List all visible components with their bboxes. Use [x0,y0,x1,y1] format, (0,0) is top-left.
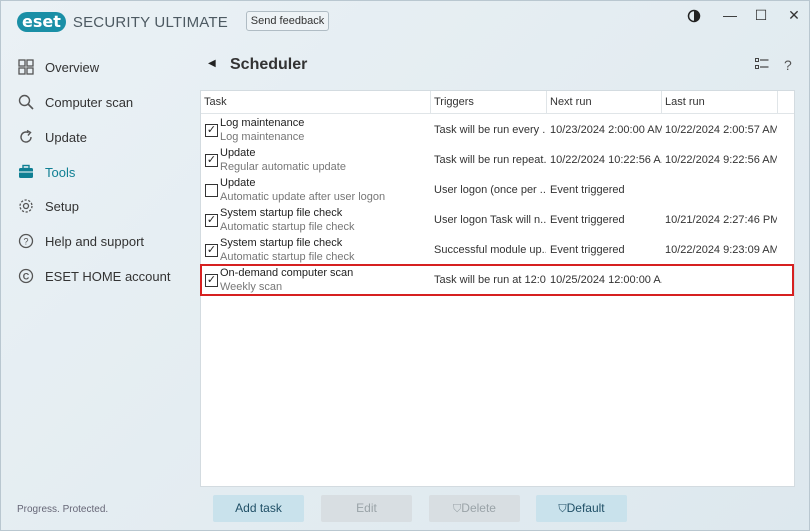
edit-button[interactable]: Edit [321,495,412,522]
sidebar-item-overview[interactable]: Overview [17,55,99,79]
sidebar-item-label: Setup [45,198,79,214]
overview-icon [17,58,35,76]
task-last-run: 10/22/2024 2:00:57 AM [665,124,777,136]
task-name: System startup file check [220,237,343,249]
minimize-icon[interactable]: — [720,7,740,23]
sidebar-item-label: Computer scan [45,94,134,110]
task-description: Log maintenance [220,131,305,143]
sidebar-item-label: ESET HOME account [45,268,171,284]
sidebar-item-update[interactable]: Update [17,125,87,149]
task-name: Log maintenance [220,117,305,129]
update-icon [17,128,35,146]
task-description: Regular automatic update [220,161,346,173]
task-name: Update [220,147,256,159]
default-button[interactable]: ⛉Default [536,495,627,522]
task-next-run: Event triggered [550,244,625,256]
task-enabled-checkbox[interactable]: ✓ [205,214,218,227]
maximize-icon[interactable]: ☐ [751,7,771,24]
table-row[interactable]: ✓ System startup file check Automatic st… [201,205,794,235]
task-enabled-checkbox[interactable]: ✓ [205,154,218,167]
sidebar-item-label: Tools [45,164,76,180]
svg-text:?: ? [23,237,28,247]
task-enabled-checkbox[interactable] [205,184,218,197]
delete-label: Delete [461,501,496,515]
table-row[interactable]: ✓ System startup file check Automatic st… [201,235,794,265]
help-icon: ? [17,232,35,250]
task-next-run: 10/22/2024 10:22:56 A... [550,154,662,166]
sidebar-item-label: Update [45,129,87,145]
task-trigger: Successful module up... [434,244,546,256]
sidebar-item-label: Help and support [45,233,145,249]
task-trigger: User logon (once per ... [434,184,546,196]
briefcase-icon [17,163,35,181]
sidebar-item-eset-home-account[interactable]: C ESET HOME account [17,264,170,288]
sidebar-item-label: Overview [45,59,100,75]
column-header-next-run[interactable]: Next run [547,91,662,114]
column-header-triggers[interactable]: Triggers [431,91,547,114]
task-next-run: Event triggered [550,214,625,226]
task-next-run: 10/23/2024 2:00:00 AM [550,124,662,136]
task-last-run: 10/22/2024 9:22:56 AM [665,154,777,166]
eset-logo: eset [17,12,66,32]
row-highlight-frame [200,264,794,296]
page-title: Scheduler [230,56,308,73]
task-enabled-checkbox[interactable]: ✓ [205,244,218,257]
task-trigger: User logon Task will n... [434,214,546,226]
close-icon[interactable]: ✕ [784,7,804,24]
product-name: SECURITY ULTIMATE [72,13,228,31]
task-description: Automatic startup file check [220,251,355,263]
column-header-last-run[interactable]: Last run [662,91,778,114]
title-bar: eset SECURITY ULTIMATE Send feedback — ☐… [1,1,809,43]
delete-button[interactable]: ⛉Delete [429,495,520,522]
search-icon [17,93,35,111]
shield-icon: ⛉ [558,503,567,515]
sidebar-item-setup[interactable]: Setup [17,194,79,218]
back-icon[interactable]: ◀ [208,58,216,69]
sidebar-item-help-and-support[interactable]: ? Help and support [17,229,144,253]
table-header: Task Triggers Next run Last run [201,91,794,114]
protection-status: Progress. Protected. [17,504,109,515]
task-next-run: Event triggered [550,184,625,196]
sidebar-item-computer-scan[interactable]: Computer scan [17,90,133,114]
gear-icon [17,197,35,215]
send-feedback-button[interactable]: Send feedback [246,11,329,31]
table-row[interactable]: ✓ Log maintenance Log maintenance Task w… [201,115,794,145]
view-options-icon[interactable] [755,57,769,73]
task-name: System startup file check [220,207,343,219]
column-header-task[interactable]: Task [201,91,431,114]
task-trigger: Task will be run every ... [434,124,546,136]
add-task-button[interactable]: Add task [213,495,304,522]
task-name: Update [220,177,256,189]
help-icon[interactable]: ? [784,57,792,73]
product-logo: eset SECURITY ULTIMATE [17,11,228,33]
task-description: Automatic update after user logon [220,191,386,203]
table-row[interactable]: ✓ Update Regular automatic update Task w… [201,145,794,175]
app-window: eset SECURITY ULTIMATE Send feedback — ☐… [0,0,810,531]
table-row[interactable]: Update Automatic update after user logon… [201,175,794,205]
task-enabled-checkbox[interactable]: ✓ [205,124,218,137]
svg-text:C: C [23,272,30,282]
task-last-run: 10/22/2024 9:23:09 AM [665,244,777,256]
task-description: Automatic startup file check [220,221,355,233]
eset-home-icon: C [17,267,35,285]
sidebar-item-tools[interactable]: Tools [17,160,75,184]
default-label: Default [566,501,605,515]
task-trigger: Task will be run repeat... [434,154,546,166]
contrast-icon[interactable] [684,7,704,26]
task-last-run: 10/21/2024 2:27:46 PM [665,214,777,226]
